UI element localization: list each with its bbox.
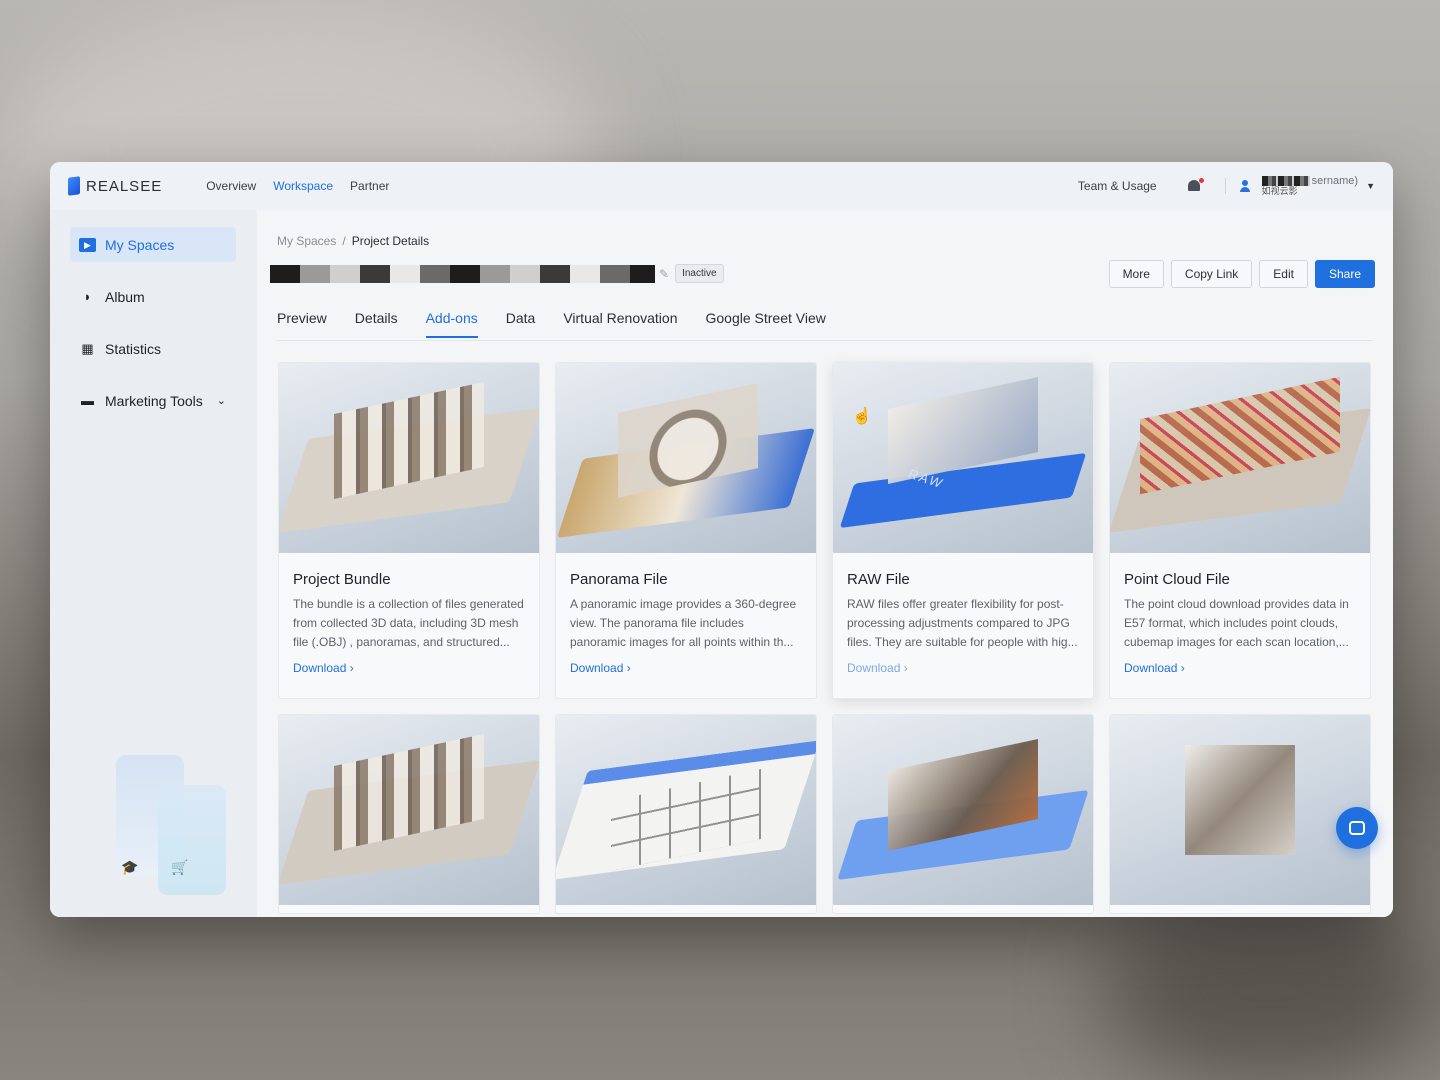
top-right-controls: Team & Usage sername) 如视云影 ▼ xyxy=(1078,175,1375,197)
card-description: RAW files offer greater flexibility for … xyxy=(847,597,1078,649)
app-window: REALSEE Overview Workspace Partner Team … xyxy=(50,162,1393,917)
sidebar-item-label: Album xyxy=(105,288,145,305)
briefcase-icon: ▬ xyxy=(81,392,94,408)
3d-model-thumbnail xyxy=(279,715,539,905)
edit-pencil-icon[interactable]: ✎ xyxy=(659,267,669,281)
nav-overview[interactable]: Overview xyxy=(206,179,256,193)
chat-icon xyxy=(1349,821,1365,835)
redacted-project-title xyxy=(270,264,655,283)
project-actions: More Copy Link Edit Share xyxy=(1108,260,1375,288)
project-title-row: ✎ Inactive xyxy=(270,264,724,283)
project-tabs: Preview Details Add-ons Data Virtual Ren… xyxy=(277,310,826,338)
addon-card-point-cloud-file[interactable]: Point Cloud File The point cloud downloa… xyxy=(1109,362,1371,699)
shopping-cart-icon[interactable]: 🛒 xyxy=(171,859,188,876)
sidebar-item-my-spaces[interactable]: ▶ My Spaces xyxy=(70,227,236,262)
card-title: Project Bundle xyxy=(293,571,391,588)
edit-button[interactable]: Edit xyxy=(1259,260,1308,288)
divider xyxy=(1224,177,1226,194)
flame-icon: ◗ xyxy=(83,288,92,304)
share-button[interactable]: Share xyxy=(1314,260,1375,288)
tabs-divider xyxy=(277,340,1373,341)
breadcrumb-separator: / xyxy=(342,234,346,248)
calendar-icon: ▦ xyxy=(81,340,94,356)
download-link[interactable]: Download › xyxy=(1124,661,1185,675)
graduation-cap-icon[interactable]: 🎓 xyxy=(121,859,138,876)
floor-plan-thumbnail xyxy=(556,715,816,905)
chevron-down-icon: ⌄ xyxy=(216,395,226,407)
cube-view-thumbnail xyxy=(1110,715,1370,905)
raw-file-thumbnail: RAW xyxy=(833,363,1093,553)
sidebar-item-label: Statistics xyxy=(105,340,162,357)
chat-support-button[interactable] xyxy=(1336,807,1378,849)
user-icon xyxy=(1239,179,1250,192)
project-bundle-thumbnail xyxy=(279,363,539,553)
tab-add-ons[interactable]: Add-ons xyxy=(425,310,478,338)
tab-details[interactable]: Details xyxy=(355,310,398,338)
addon-card-project-bundle[interactable]: Project Bundle The bundle is a collectio… xyxy=(278,362,540,699)
addons-grid: Project Bundle The bundle is a collectio… xyxy=(278,362,1374,914)
mouse-cursor-icon: ☝ xyxy=(852,408,872,425)
top-navigation: REALSEE Overview Workspace Partner Team … xyxy=(50,162,1393,210)
team-usage-link[interactable]: Team & Usage xyxy=(1078,179,1157,193)
user-name-suffix: sername) xyxy=(1311,175,1359,187)
sidebar-item-statistics[interactable]: ▦ Statistics xyxy=(70,331,236,366)
tab-virtual-renovation[interactable]: Virtual Renovation xyxy=(563,310,677,338)
addon-card-cube-view[interactable] xyxy=(1109,714,1371,914)
logo-mark-icon xyxy=(68,176,80,196)
notification-bell-icon[interactable] xyxy=(1187,177,1204,194)
download-link[interactable]: Download › xyxy=(293,661,354,675)
nav-workspace[interactable]: Workspace xyxy=(273,179,333,193)
tab-data[interactable]: Data xyxy=(506,310,536,338)
download-link[interactable]: Download › xyxy=(847,661,908,675)
breadcrumb: My Spaces / Project Details xyxy=(277,234,429,248)
nav-partner[interactable]: Partner xyxy=(350,179,389,193)
logo-text: REALSEE xyxy=(86,177,163,195)
card-title: Point Cloud File xyxy=(1124,571,1230,588)
card-description: The bundle is a collection of files gene… xyxy=(293,597,524,649)
card-description: The point cloud download provides data i… xyxy=(1124,597,1349,649)
breadcrumb-current: Project Details xyxy=(351,234,430,248)
sidebar-item-marketing-tools[interactable]: ▬ Marketing Tools ⌄ xyxy=(70,383,236,418)
copy-link-button[interactable]: Copy Link xyxy=(1170,260,1253,288)
redacted-username xyxy=(1261,176,1310,187)
user-org: 如视云影 xyxy=(1261,186,1298,197)
notification-dot xyxy=(1198,177,1204,183)
download-link[interactable]: Download › xyxy=(570,661,631,675)
addon-card-room-image[interactable] xyxy=(832,714,1094,914)
sidebar-item-label: Marketing Tools xyxy=(105,392,203,409)
card-title: RAW File xyxy=(847,571,910,588)
more-button[interactable]: More xyxy=(1108,260,1164,288)
card-title: Panorama File xyxy=(570,571,668,588)
main-content: My Spaces / Project Details ✎ Inactive Mor… xyxy=(257,210,1393,917)
chevron-down-icon[interactable]: ▼ xyxy=(1366,181,1375,191)
breadcrumb-root[interactable]: My Spaces xyxy=(277,234,336,248)
sidebar-item-album[interactable]: ◗ Album xyxy=(70,279,236,314)
status-badge: Inactive xyxy=(675,264,724,283)
video-icon: ▶ xyxy=(79,237,96,252)
addon-card-floor-plan[interactable] xyxy=(555,714,817,914)
card-description: A panoramic image provides a 360-degree … xyxy=(570,597,797,649)
sidebar-item-label: My Spaces xyxy=(105,236,175,253)
panorama-file-thumbnail xyxy=(556,363,816,553)
user-menu[interactable]: sername) 如视云影 xyxy=(1261,175,1359,197)
realsee-logo[interactable]: REALSEE xyxy=(68,176,163,196)
room-image-thumbnail xyxy=(833,715,1093,905)
sidebar-decoration: 🎓 🛒 xyxy=(116,755,228,895)
addon-card-panorama-file[interactable]: Panorama File A panoramic image provides… xyxy=(555,362,817,699)
addon-card-3d-model[interactable] xyxy=(278,714,540,914)
tab-preview[interactable]: Preview xyxy=(277,310,327,338)
tab-google-street-view[interactable]: Google Street View xyxy=(705,310,825,338)
sidebar: ▶ My Spaces ◗ Album ▦ Statistics ▬ Marke… xyxy=(50,210,257,917)
point-cloud-file-thumbnail xyxy=(1110,363,1370,553)
